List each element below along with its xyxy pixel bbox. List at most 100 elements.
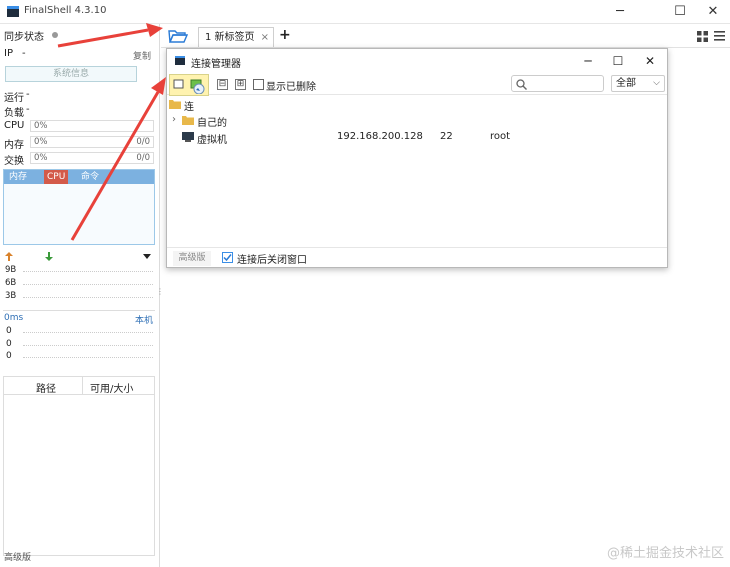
uptime-label: 运行 <box>4 93 24 104</box>
process-list-header: 内存 CPU 命令 <box>4 170 154 184</box>
resize-grip-icon[interactable]: ⋮ <box>156 288 164 296</box>
connection-tree[interactable]: 连 › 自己的 虚拟机 192.168.200.128 22 root <box>167 96 667 246</box>
folder-icon <box>182 116 194 125</box>
load-value: - <box>26 104 30 115</box>
ping-value: 0 <box>6 351 12 361</box>
ping-gridline <box>23 332 153 333</box>
tree-row-folder[interactable]: › 自己的 <box>167 112 667 129</box>
disk-col-size: 可用/大小 <box>90 384 134 395</box>
load-label: 负载 <box>4 108 24 119</box>
close-after-connect-label: 连接后关闭窗口 <box>237 255 307 266</box>
show-deleted-checkbox[interactable] <box>253 79 264 90</box>
title-bar: FinalShell 4.3.10 ─ ☐ ✕ <box>0 0 730 24</box>
advanced-edition-button[interactable]: 高级版 <box>173 251 211 266</box>
tree-row-partial-folder[interactable]: 连 <box>167 96 667 113</box>
chevron-right-icon[interactable]: › <box>172 114 176 125</box>
process-list[interactable]: 内存 CPU 命令 <box>3 169 155 245</box>
swap-amount: 0/0 <box>136 153 150 163</box>
swap-percent: 0% <box>34 153 48 163</box>
dialog-footer: 高级版 连接后关闭窗口 <box>167 247 667 267</box>
process-tab-command[interactable]: 命令 <box>78 170 102 184</box>
disk-table[interactable]: 路径 可用/大小 <box>3 376 155 556</box>
close-button[interactable]: ✕ <box>698 2 728 22</box>
ip-value: - <box>22 48 26 59</box>
dialog-minimize-button[interactable]: ─ <box>574 51 602 71</box>
maximize-button[interactable]: ☐ <box>665 2 695 22</box>
memory-label: 内存 <box>4 140 24 151</box>
expand-all-icon[interactable]: ⊞ <box>235 79 246 90</box>
connection-user: root <box>490 131 511 142</box>
cpu-meter: 0% <box>30 120 154 132</box>
arrow-down-icon <box>45 252 53 261</box>
app-title: FinalShell 4.3.10 <box>24 5 107 16</box>
new-connection-button[interactable] <box>169 74 209 96</box>
connection-host: 192.168.200.128 <box>337 131 423 142</box>
process-tab-memory[interactable]: 内存 <box>6 170 30 184</box>
terminal-icon <box>182 132 194 142</box>
memory-amount: 0/0 <box>136 137 150 147</box>
search-input[interactable] <box>511 75 604 92</box>
tab-new-tab[interactable]: 1 新标签页 × <box>198 27 274 47</box>
net-level-low: 3B <box>5 291 17 301</box>
net-gridline <box>23 271 153 272</box>
server-status-panel: 同步状态 IP - 复制 系统信息 运行 - 负载 - CPU 0% 内存 0%… <box>0 24 164 567</box>
filter-value: 全部 <box>616 78 636 89</box>
connection-name: 虚拟机 <box>197 135 227 146</box>
dialog-maximize-button[interactable]: ☐ <box>604 51 632 71</box>
close-after-connect-checkbox[interactable] <box>222 252 233 263</box>
swap-meter: 0% 0/0 <box>30 152 154 164</box>
open-folder-icon[interactable] <box>168 28 188 44</box>
chevron-down-icon[interactable] <box>143 254 151 259</box>
show-deleted-label: 显示已删除 <box>266 82 316 93</box>
menu-icon[interactable] <box>714 31 725 41</box>
dialog-toolbar: ⊟ ⊞ 显示已删除 全部 ⌵ <box>167 73 667 96</box>
net-gridline <box>23 297 153 298</box>
connection-manager-dialog: 连接管理器 ─ ☐ ✕ ⊟ ⊞ 显示已删除 全部 ⌵ 连 › 自己的 虚拟机 1… <box>166 48 668 268</box>
app-logo-icon <box>7 6 19 17</box>
collapse-all-icon[interactable]: ⊟ <box>217 79 228 90</box>
new-connection-icon <box>173 79 205 94</box>
network-monitor: 9B 6B 3B <box>3 249 155 304</box>
ping-value: 0 <box>6 326 12 336</box>
uptime-value: - <box>26 89 30 100</box>
watermark: @稀土掘金技术社区 <box>606 546 724 561</box>
system-info-button[interactable]: 系统信息 <box>5 66 137 82</box>
folder-icon <box>169 100 181 109</box>
grid-view-icon[interactable] <box>697 31 708 42</box>
connection-filter-select[interactable]: 全部 ⌵ <box>611 75 665 92</box>
memory-percent: 0% <box>34 137 48 147</box>
disk-col-path: 路径 <box>36 384 56 395</box>
ping-host[interactable]: 本机 <box>135 313 153 326</box>
ping-gridline <box>23 357 153 358</box>
dialog-title-bar: 连接管理器 ─ ☐ ✕ <box>167 49 667 73</box>
tab-label: 1 新标签页 <box>205 32 255 43</box>
dialog-title: 连接管理器 <box>191 59 241 70</box>
net-gridline <box>23 284 153 285</box>
ping-latency: 0ms <box>4 313 24 323</box>
tree-folder-label: 自己的 <box>197 118 227 129</box>
process-tab-cpu[interactable]: CPU <box>44 170 69 184</box>
ping-value: 0 <box>6 339 12 349</box>
advanced-edition-label: 高级版 <box>4 553 32 563</box>
ping-monitor: 0ms 本机 0 0 0 <box>3 310 155 364</box>
arrow-up-icon <box>5 252 13 261</box>
search-icon <box>516 79 527 90</box>
cpu-percent: 0% <box>34 121 48 131</box>
minimize-button[interactable]: ─ <box>605 2 635 22</box>
tab-close-icon[interactable]: × <box>261 28 269 47</box>
ping-gridline <box>23 345 153 346</box>
add-tab-button[interactable]: + <box>279 27 291 43</box>
disk-table-header: 路径 可用/大小 <box>4 377 154 395</box>
swap-label: 交换 <box>4 156 24 167</box>
app-logo-icon <box>175 56 185 65</box>
sync-status-label: 同步状态 <box>4 32 44 43</box>
memory-meter: 0% 0/0 <box>30 136 154 148</box>
tree-folder-label: 连 <box>184 102 194 113</box>
checkmark-icon <box>223 254 232 262</box>
chevron-down-icon: ⌵ <box>653 78 660 88</box>
tree-row-connection[interactable]: 虚拟机 192.168.200.128 22 root <box>167 129 667 146</box>
connection-port: 22 <box>440 131 453 142</box>
dialog-close-button[interactable]: ✕ <box>636 51 664 71</box>
session-tab-bar: 1 新标签页 × + <box>161 24 730 48</box>
copy-ip-link[interactable]: 复制 <box>133 49 151 62</box>
